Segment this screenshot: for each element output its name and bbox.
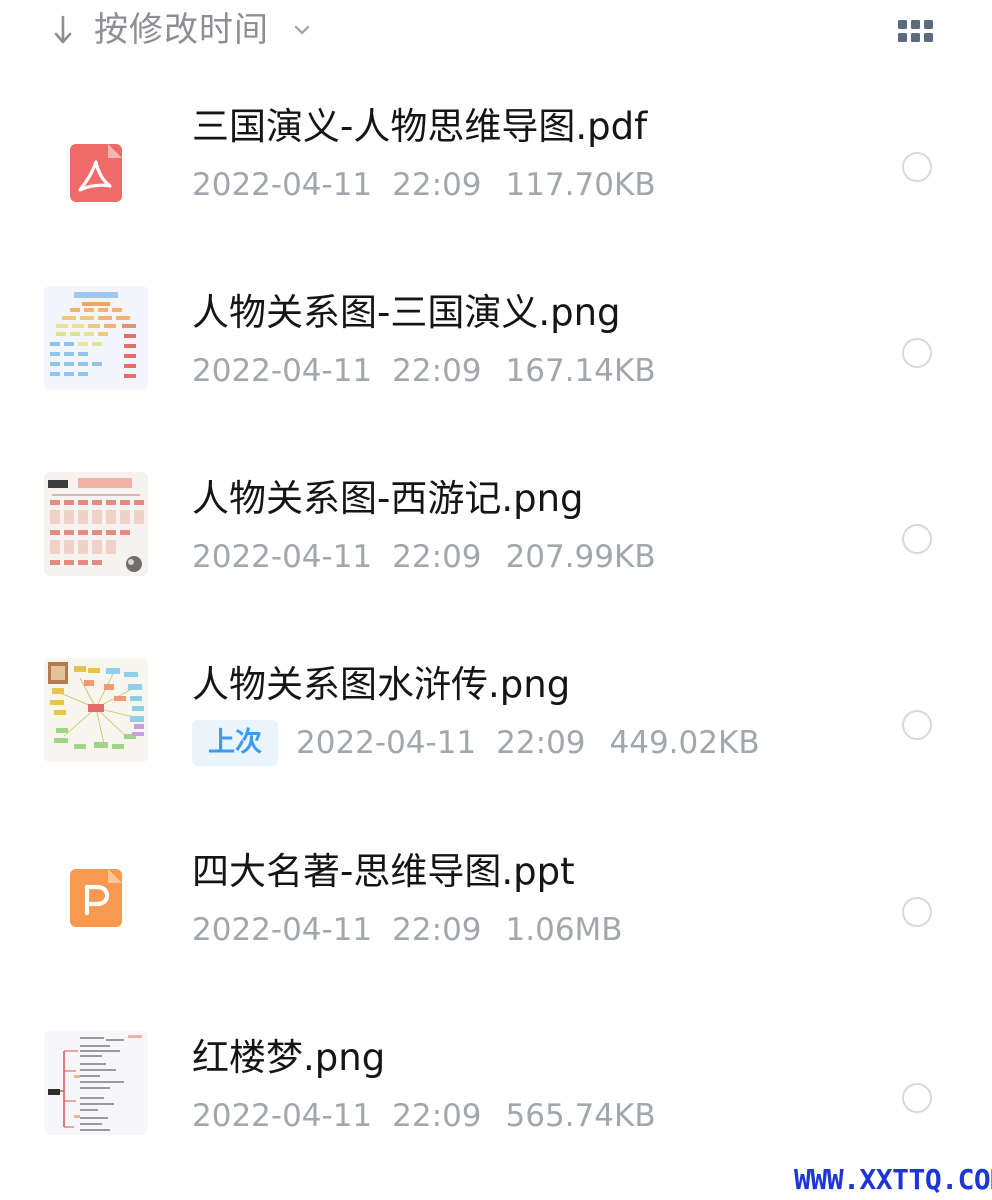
select-radio[interactable] — [902, 897, 932, 927]
file-meta: 2022-04-11 22:09 207.99KB — [192, 534, 656, 580]
file-item[interactable]: 人物关系图-西游记.png 2022-04-11 22:09 207.99KB — [0, 472, 992, 622]
file-name: 人物关系图-西游记.png — [192, 477, 584, 520]
file-date: 2022-04-11 — [192, 539, 373, 575]
file-meta: 2022-04-11 22:09 565.74KB — [192, 1093, 656, 1139]
file-meta: 2022-04-11 22:09 167.14KB — [192, 348, 656, 394]
file-date: 2022-04-11 — [192, 167, 373, 203]
image-thumbnail — [44, 472, 148, 576]
file-item[interactable]: 人物关系图水浒传.png 上次 2022-04-11 22:09 449.02K… — [0, 658, 992, 808]
site-watermark: WWW.XXTTQ.COM — [794, 1163, 992, 1196]
file-meta: 2022-04-11 22:09 1.06MB — [192, 907, 623, 953]
select-radio[interactable] — [902, 338, 932, 368]
pdf-file-icon — [44, 120, 148, 224]
file-time: 22:09 — [392, 1098, 482, 1134]
file-name: 人物关系图-三国演义.png — [192, 291, 621, 334]
file-date: 2022-04-11 — [192, 353, 373, 389]
file-name: 红楼梦.png — [192, 1036, 386, 1079]
file-date: 2022-04-11 — [192, 912, 373, 948]
file-item[interactable]: 三国演义-人物思维导图.pdf 2022-04-11 22:09 117.70K… — [0, 100, 992, 250]
image-thumbnail — [44, 658, 148, 762]
file-date: 2022-04-11 — [192, 1098, 373, 1134]
file-list: 三国演义-人物思维导图.pdf 2022-04-11 22:09 117.70K… — [0, 0, 992, 1160]
file-name: 人物关系图水浒传.png — [192, 663, 571, 706]
file-size: 1.06MB — [505, 912, 623, 948]
file-size: 449.02KB — [609, 725, 760, 761]
image-thumbnail — [44, 286, 148, 390]
select-radio[interactable] — [902, 152, 932, 182]
file-time: 22:09 — [392, 167, 482, 203]
file-name: 三国演义-人物思维导图.pdf — [192, 105, 648, 148]
file-time: 22:09 — [496, 725, 586, 761]
file-size: 117.70KB — [505, 167, 656, 203]
file-name: 四大名著-思维导图.ppt — [192, 850, 575, 893]
file-item[interactable]: 红楼梦.png 2022-04-11 22:09 565.74KB — [0, 1031, 992, 1181]
select-radio[interactable] — [902, 1083, 932, 1113]
file-size: 565.74KB — [505, 1098, 656, 1134]
file-meta: 上次 2022-04-11 22:09 449.02KB — [192, 720, 760, 766]
file-date: 2022-04-11 — [296, 725, 477, 761]
last-opened-badge: 上次 — [192, 720, 278, 766]
select-radio[interactable] — [902, 710, 932, 740]
file-time: 22:09 — [392, 912, 482, 948]
file-item[interactable]: 四大名著-思维导图.ppt 2022-04-11 22:09 1.06MB — [0, 845, 992, 995]
file-size: 207.99KB — [505, 539, 656, 575]
image-thumbnail — [44, 1031, 148, 1135]
file-time: 22:09 — [392, 353, 482, 389]
file-size: 167.14KB — [505, 353, 656, 389]
ppt-file-icon — [44, 845, 148, 949]
file-item[interactable]: 人物关系图-三国演义.png 2022-04-11 22:09 167.14KB — [0, 286, 992, 436]
select-radio[interactable] — [902, 524, 932, 554]
file-meta: 2022-04-11 22:09 117.70KB — [192, 162, 656, 208]
file-time: 22:09 — [392, 539, 482, 575]
